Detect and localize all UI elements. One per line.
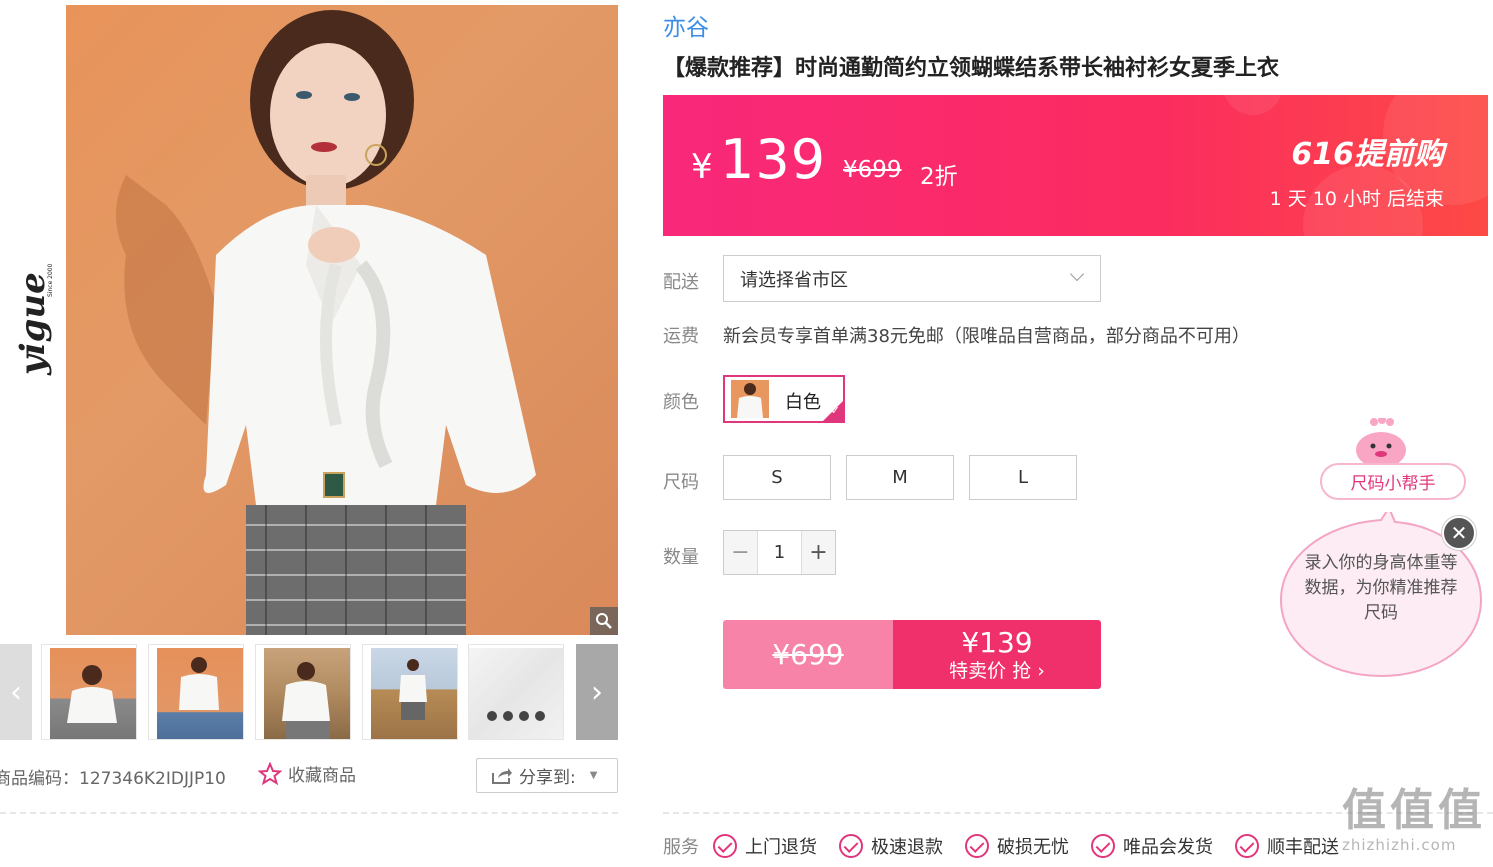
buy-action-label: 特卖价 抢 › xyxy=(949,659,1045,682)
countdown-timer: 1 天 10 小时 后结束 xyxy=(1269,188,1444,210)
service-item: 唯品会发货 xyxy=(1091,833,1213,859)
swatch-model-shape xyxy=(737,383,763,418)
product-code-value: 127346K2IDJJP10 xyxy=(79,769,226,789)
buy-original-price: ¥699 xyxy=(723,620,893,689)
price-currency: ¥ xyxy=(691,147,713,187)
quantity-input[interactable]: 1 xyxy=(757,531,802,574)
favorite-button[interactable]: 收藏商品 xyxy=(258,761,356,786)
magnifier-icon xyxy=(596,613,612,629)
mascot-icon xyxy=(1356,418,1406,468)
region-select[interactable]: 请选择省市区 xyxy=(723,255,1101,302)
size-option-l[interactable]: L xyxy=(969,455,1077,500)
zoom-button[interactable] xyxy=(590,607,618,635)
chevron-right-icon: › xyxy=(591,674,603,710)
share-dropdown[interactable]: 分享到: ▼ xyxy=(476,758,618,793)
buy-sale-price: ¥139 xyxy=(961,625,1033,659)
discount-badge: 2折 xyxy=(920,164,958,190)
fabric-feature-icons xyxy=(487,711,545,721)
promo-title: 616提前购 xyxy=(1291,137,1444,172)
check-circle-icon xyxy=(1235,834,1259,858)
check-icon: ✓ xyxy=(830,404,840,417)
buy-button-group: ¥699 ¥139 特卖价 抢 › xyxy=(723,620,1101,689)
brand-strip: yigue Since 2000 xyxy=(0,5,66,635)
product-code: 商品编码：127346K2IDJJP10 xyxy=(0,764,226,789)
watermark-logo: 值值值 xyxy=(1342,785,1486,836)
site-watermark: 值值值 zhizhizhi.com xyxy=(1342,786,1490,864)
thumbnail-item[interactable] xyxy=(148,644,244,740)
service-item: 上门退货 xyxy=(713,833,817,859)
share-label: 分享到: xyxy=(519,768,576,788)
product-meta-row: 商品编码：127346K2IDJJP10 收藏商品 分享到: ▼ xyxy=(0,758,618,794)
service-item-label: 破损无忧 xyxy=(997,837,1069,858)
check-circle-icon xyxy=(713,834,737,858)
color-option-label: 白色 xyxy=(785,392,821,413)
delivery-label: 配送 xyxy=(663,272,699,293)
favorite-label: 收藏商品 xyxy=(288,766,356,786)
price-banner: ¥ 139 ¥699 2折 616提前购 1 天 10 小时 后结束 xyxy=(663,95,1488,236)
thumb-prev-button[interactable]: ‹ xyxy=(0,644,32,740)
shipping-info: 新会员专享首单满38元免邮（限唯品自营商品，部分商品不可用） xyxy=(723,326,1250,347)
service-item-label: 上门退货 xyxy=(745,837,817,858)
brand-logo: yigue Since 2000 xyxy=(13,263,54,376)
thumb-model-shape xyxy=(179,657,219,710)
thumbnail-item[interactable] xyxy=(41,644,137,740)
size-helper-text: 录入你的身高体重等数据，为你精准推荐尺码 xyxy=(1304,553,1458,623)
thumbnail-item[interactable] xyxy=(255,644,351,740)
thumbnail-carousel: ‹ › xyxy=(0,644,618,740)
brand-since: Since 2000 xyxy=(47,263,54,297)
color-label: 颜色 xyxy=(663,392,699,413)
region-select-value: 请选择省市区 xyxy=(740,269,848,291)
buy-now-button[interactable]: ¥139 特卖价 抢 › xyxy=(893,620,1101,689)
brand-link[interactable]: 亦谷 xyxy=(663,8,709,42)
left-divider xyxy=(0,812,618,814)
thumbnail-item[interactable] xyxy=(468,644,564,740)
model-illustration xyxy=(116,10,536,635)
color-option-white[interactable]: 白色 ✓ xyxy=(723,375,845,423)
quantity-label: 数量 xyxy=(663,547,699,568)
size-helper-button[interactable]: 尺码小帮手 xyxy=(1320,463,1466,500)
quantity-stepper: − 1 + xyxy=(723,530,836,575)
service-item-label: 唯品会发货 xyxy=(1123,837,1213,858)
shipping-label: 运费 xyxy=(663,326,699,347)
service-item: 破损无忧 xyxy=(965,833,1069,859)
product-code-label: 商品编码： xyxy=(0,769,79,789)
service-item: 顺丰配送 xyxy=(1235,833,1339,859)
product-title: 【爆款推荐】时尚通勤简约立领蝴蝶结系带长袖衬衫女夏季上衣 xyxy=(663,56,1280,81)
watermark-url: zhizhizhi.com xyxy=(1342,836,1457,854)
thumb-model-shape xyxy=(399,659,427,720)
thumb-model-shape xyxy=(67,665,117,723)
share-icon xyxy=(492,767,512,784)
quantity-decrease-button[interactable]: − xyxy=(724,531,757,574)
original-price: ¥699 xyxy=(843,157,902,183)
service-label: 服务 xyxy=(663,837,699,858)
close-icon[interactable]: ✕ xyxy=(1442,516,1476,550)
service-item-label: 极速退款 xyxy=(871,837,943,858)
check-circle-icon xyxy=(1091,834,1115,858)
chevron-left-icon: ‹ xyxy=(10,674,22,710)
sale-price: 139 xyxy=(720,128,827,191)
thumb-model-shape xyxy=(282,662,330,739)
banner-decoration xyxy=(1223,95,1283,115)
service-item-label: 顺丰配送 xyxy=(1267,837,1339,858)
size-option-s[interactable]: S xyxy=(723,455,831,500)
chevron-down-icon xyxy=(1069,266,1085,282)
service-item: 极速退款 xyxy=(839,833,943,859)
size-option-m[interactable]: M xyxy=(846,455,954,500)
thumbnail-item[interactable] xyxy=(362,644,458,740)
thumb-next-button[interactable]: › xyxy=(576,644,618,740)
size-label: 尺码 xyxy=(663,472,699,493)
quantity-increase-button[interactable]: + xyxy=(802,531,835,574)
check-circle-icon xyxy=(965,834,989,858)
main-product-image[interactable] xyxy=(66,5,618,635)
caret-down-icon: ▼ xyxy=(589,770,598,781)
check-circle-icon xyxy=(839,834,863,858)
color-swatch-image xyxy=(731,380,769,418)
star-icon xyxy=(258,761,282,785)
